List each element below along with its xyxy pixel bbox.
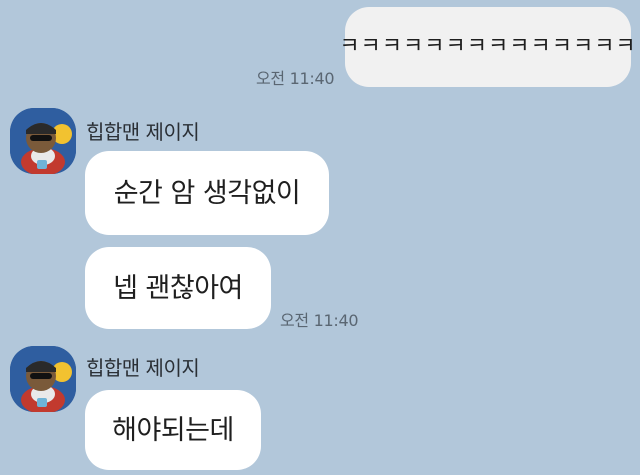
message-timestamp: 오전 11:40 bbox=[256, 69, 335, 88]
sender-avatar[interactable] bbox=[10, 108, 76, 174]
hiphop-character-avatar-icon bbox=[10, 346, 76, 412]
sender-name: 힙합맨 제이지 bbox=[86, 356, 200, 380]
their-message-bubble[interactable]: 순간 암 생각없이 bbox=[85, 151, 329, 235]
sender-avatar[interactable] bbox=[10, 346, 76, 412]
message-timestamp: 오전 11:40 bbox=[280, 311, 359, 330]
their-message-bubble[interactable]: 넵 괜찮아여 bbox=[85, 247, 271, 329]
sender-name: 힙합맨 제이지 bbox=[86, 120, 200, 144]
their-message-bubble[interactable]: 해야되는데 bbox=[85, 390, 261, 470]
hiphop-character-avatar-icon bbox=[10, 108, 76, 174]
my-message-bubble[interactable]: ㅋㅋㅋㅋㅋㅋㅋㅋㅋㅋㅋㅋㅋㅋ bbox=[339, 7, 636, 87]
chat-room: ㅋㅋㅋㅋㅋㅋㅋㅋㅋㅋㅋㅋㅋㅋ 오전 11:40 힙합맨 제이지 순간 암 생각없… bbox=[0, 0, 640, 475]
